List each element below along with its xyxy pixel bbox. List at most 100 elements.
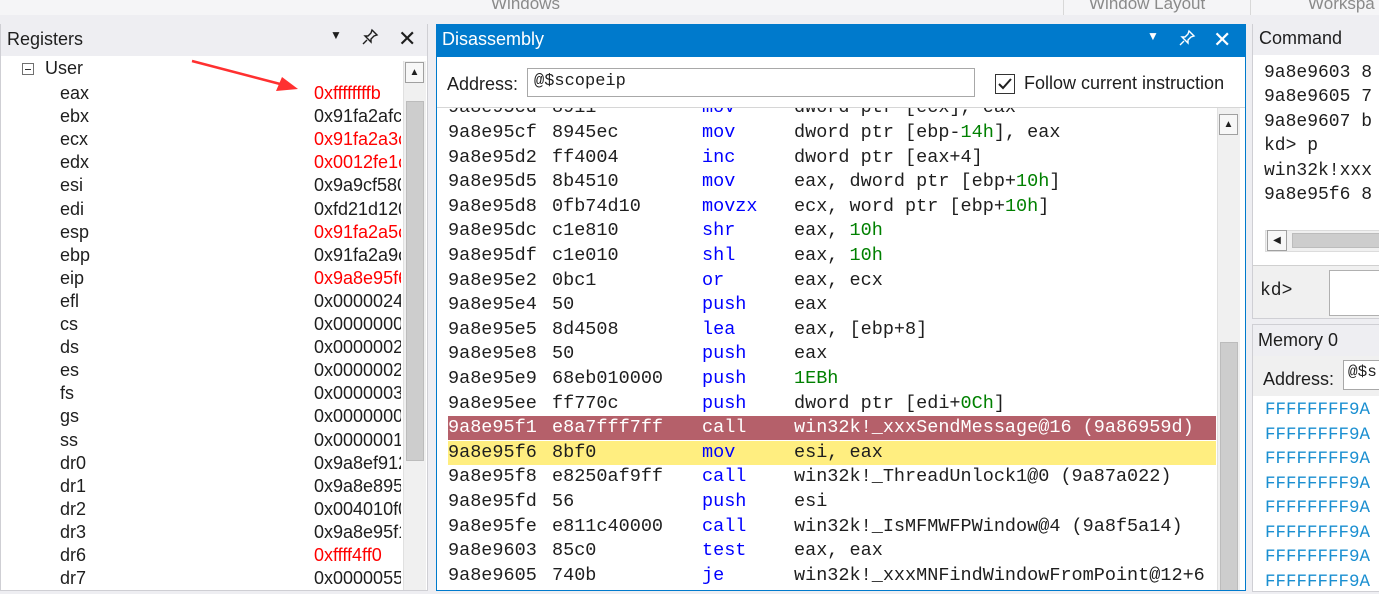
- register-row-eip[interactable]: eip 0x9a8e95f6: [1, 267, 411, 290]
- disassembly-row[interactable]: 9a8e9603 85c0 test eax, eax: [448, 539, 1216, 563]
- close-icon[interactable]: ✕: [398, 26, 416, 52]
- disassembly-row[interactable]: 9a8e95df c1e010 shl eax, 10h: [448, 244, 1216, 268]
- instruction-bytes: c1e010: [552, 245, 619, 266]
- register-name: dr3: [60, 521, 87, 542]
- register-value[interactable]: 0xfd21d120: [314, 198, 401, 221]
- collapse-icon[interactable]: [22, 63, 34, 75]
- scroll-up-icon[interactable]: ▲: [1219, 114, 1238, 135]
- register-row-fs[interactable]: fs 0x00000030: [1, 382, 411, 405]
- register-row-ebp[interactable]: ebp 0x91fa2a9c: [1, 244, 411, 267]
- ribbon-workspaces-label[interactable]: Workspa: [1308, 0, 1375, 14]
- memory-line[interactable]: FFFFFFFF9A: [1265, 545, 1370, 569]
- register-value[interactable]: 0x9a9cf580: [314, 174, 401, 197]
- memory-line[interactable]: FFFFFFFF9A: [1265, 423, 1370, 447]
- register-value[interactable]: 0x9a8e95f1: [314, 521, 401, 544]
- disassembly-row[interactable]: 9a8e95d5 8b4510 mov eax, dword ptr [ebp+10h…: [448, 170, 1216, 194]
- register-value[interactable]: 0x91fa2a5c: [314, 221, 401, 244]
- scroll-left-icon[interactable]: ◀: [1267, 230, 1287, 251]
- register-row-ecx[interactable]: ecx 0x91fa2a3c: [1, 128, 411, 151]
- register-value[interactable]: 0x00000246: [314, 290, 401, 313]
- follow-label[interactable]: Follow current instruction: [1024, 73, 1224, 94]
- register-value[interactable]: 0xffffffffb: [314, 82, 401, 105]
- registers-scrollbar[interactable]: ▲: [403, 61, 426, 590]
- disassembly-row[interactable]: 9a8e95ee ff770c push dword ptr [edi+0Ch]: [448, 392, 1216, 416]
- register-value[interactable]: 0x91fa2afc: [314, 105, 401, 128]
- memory-line[interactable]: FFFFFFFF9A: [1265, 496, 1370, 520]
- memory-line[interactable]: FFFFFFFF9A: [1265, 447, 1370, 471]
- register-row-es[interactable]: es 0x00000023: [1, 359, 411, 382]
- command-scroll-thumb[interactable]: [1292, 233, 1379, 248]
- register-row-ds[interactable]: ds 0x00000023: [1, 336, 411, 359]
- command-input[interactable]: [1329, 270, 1379, 316]
- pin-icon[interactable]: [361, 28, 379, 51]
- disassembly-row[interactable]: 9a8e95d8 0fb74d10 movzx ecx, word ptr [ebp+…: [448, 195, 1216, 219]
- register-group-user[interactable]: User: [45, 58, 83, 79]
- disassembly-scrollbar[interactable]: ▲: [1217, 108, 1240, 590]
- dropdown-icon[interactable]: ▼: [1147, 29, 1159, 43]
- register-row-dr2[interactable]: dr2 0x004010f0: [1, 498, 411, 521]
- disassembly-row[interactable]: 9a8e95dc c1e810 shr eax, 10h: [448, 219, 1216, 243]
- register-row-esp[interactable]: esp 0x91fa2a5c: [1, 221, 411, 244]
- disassembly-row[interactable]: 9a8e9605 740b je win32k!_xxxMNFindWindowFro…: [448, 564, 1216, 588]
- register-value[interactable]: 0x004010f0: [314, 498, 401, 521]
- disassembly-row[interactable]: 9a8e95f1 e8a7fff7ff call win32k!_xxxSendMes…: [448, 416, 1216, 441]
- register-row-dr0[interactable]: dr0 0x9a8ef912: [1, 452, 411, 475]
- register-value[interactable]: 0xffff4ff0: [314, 544, 401, 567]
- register-value[interactable]: 0x91fa2a3c: [314, 128, 401, 151]
- register-row-cs[interactable]: cs 0x00000008: [1, 313, 411, 336]
- register-value[interactable]: 0x0012fe1c: [314, 151, 401, 174]
- disassembly-row[interactable]: 9a8e95e9 68eb010000 push 1EBh: [448, 367, 1216, 391]
- memory-line[interactable]: FFFFFFFF9A: [1265, 521, 1370, 545]
- ribbon-window-layout-label[interactable]: Window Layout: [1089, 0, 1205, 14]
- register-row-ebx[interactable]: ebx 0x91fa2afc: [1, 105, 411, 128]
- ribbon-windows-label[interactable]: Windows: [491, 0, 560, 14]
- register-value[interactable]: 0x00000008: [314, 313, 401, 336]
- register-value[interactable]: 0x00000023: [314, 359, 401, 382]
- memory-line[interactable]: FFFFFFFF9A: [1265, 472, 1370, 496]
- register-row-esi[interactable]: esi 0x9a9cf580: [1, 174, 411, 197]
- register-value[interactable]: 0x9a8ef912: [314, 452, 401, 475]
- disassembly-row[interactable]: 9a8e95f8 e8250af9ff call win32k!_ThreadUnlo…: [448, 465, 1216, 489]
- disassembly-row-partial[interactable]: 9a8e95cd 8911 mov dword ptr [ecx], eax: [448, 108, 1216, 120]
- disassembly-scroll-thumb[interactable]: [1220, 342, 1238, 590]
- command-hscrollbar[interactable]: ◀: [1265, 230, 1379, 252]
- register-row-ss[interactable]: ss 0x00000010: [1, 429, 411, 452]
- register-value[interactable]: 0x00000000: [314, 405, 401, 428]
- register-row-dr1[interactable]: dr1 0x9a8e8958: [1, 475, 411, 498]
- memory-address-input[interactable]: @$s: [1343, 360, 1379, 390]
- disassembly-row[interactable]: 9a8e95d2 ff4004 inc dword ptr [eax+4]: [448, 146, 1216, 170]
- follow-checkbox[interactable]: [995, 74, 1015, 94]
- register-value[interactable]: 0x9a8e95f6: [314, 267, 401, 290]
- register-row-dr7[interactable]: dr7 0x00000555: [1, 567, 411, 590]
- instruction-mnemonic: mov: [702, 122, 736, 143]
- register-row-gs[interactable]: gs 0x00000000: [1, 405, 411, 428]
- register-row-edx[interactable]: edx 0x0012fe1c: [1, 151, 411, 174]
- register-value[interactable]: 0x00000023: [314, 336, 401, 359]
- register-value[interactable]: 0x91fa2a9c: [314, 244, 401, 267]
- dropdown-icon[interactable]: ▼: [330, 28, 342, 42]
- disassembly-row[interactable]: 9a8e95fd 56 push esi: [448, 490, 1216, 514]
- register-name: ss: [60, 429, 78, 450]
- register-row-dr6[interactable]: dr6 0xffff4ff0: [1, 544, 411, 567]
- disassembly-row[interactable]: 9a8e95e8 50 push eax: [448, 342, 1216, 366]
- register-row-dr3[interactable]: dr3 0x9a8e95f1: [1, 521, 411, 544]
- disassembly-row[interactable]: 9a8e95e2 0bc1 or eax, ecx: [448, 269, 1216, 293]
- register-value[interactable]: 0x9a8e8958: [314, 475, 401, 498]
- registers-scroll-thumb[interactable]: [406, 101, 424, 461]
- scroll-up-icon[interactable]: ▲: [405, 62, 424, 83]
- disassembly-row[interactable]: 9a8e95fe e811c40000 call win32k!_IsMFMWFPWi…: [448, 515, 1216, 539]
- pin-icon[interactable]: [1178, 29, 1196, 52]
- close-icon[interactable]: ✕: [1213, 27, 1231, 53]
- disassembly-row[interactable]: 9a8e95e5 8d4508 lea eax, [ebp+8]: [448, 318, 1216, 342]
- memory-line[interactable]: FFFFFFFF9A: [1265, 398, 1370, 422]
- address-input[interactable]: @$scopeip: [527, 68, 975, 97]
- disassembly-row[interactable]: 9a8e95cf 8945ec mov dword ptr [ebp-14h], ea…: [448, 121, 1216, 145]
- register-value[interactable]: 0x00000555: [314, 567, 401, 590]
- register-value[interactable]: 0x00000010: [314, 429, 401, 452]
- disassembly-row[interactable]: 9a8e95e4 50 push eax: [448, 293, 1216, 317]
- disassembly-row[interactable]: 9a8e95f6 8bf0 mov esi, eax: [448, 440, 1216, 465]
- register-row-efl[interactable]: efl 0x00000246: [1, 290, 411, 313]
- register-row-edi[interactable]: edi 0xfd21d120: [1, 198, 411, 221]
- register-name: ds: [60, 337, 80, 358]
- register-value[interactable]: 0x00000030: [314, 382, 401, 405]
